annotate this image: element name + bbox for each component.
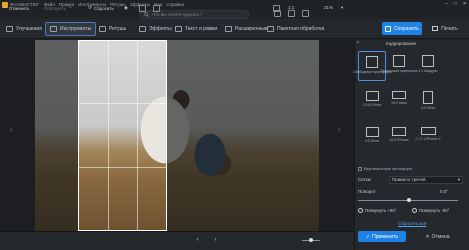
ratio-13-10-icon bbox=[365, 91, 379, 101]
compare-icon[interactable] bbox=[302, 10, 309, 17]
ratio-3-4-icon bbox=[423, 91, 433, 104]
grid-line bbox=[108, 40, 109, 231]
window-controls: – □ ✕ bbox=[445, 1, 467, 7]
maximize-icon[interactable]: □ bbox=[454, 1, 457, 7]
rotate-ccw-button[interactable]: Повернуть -90° bbox=[412, 205, 449, 215]
ratio-original[interactable]: Пропорции оригинала bbox=[381, 51, 418, 81]
rotate-cw-icon bbox=[358, 207, 363, 213]
rotate-ccw-icon bbox=[412, 207, 417, 213]
panel-title: Кадрирование bbox=[386, 41, 417, 46]
check-icon: ✓ bbox=[365, 233, 371, 240]
grid-label: Сетка: bbox=[358, 177, 372, 182]
crop-shade-right bbox=[167, 40, 319, 231]
save-icon bbox=[385, 25, 392, 32]
zoom-slider-handle[interactable] bbox=[309, 238, 313, 242]
prev-photo-icon[interactable]: ‹ bbox=[193, 236, 202, 245]
grid-line bbox=[78, 167, 167, 168]
reset-all-link[interactable]: Сбросить всё bbox=[398, 221, 426, 226]
next-image-icon[interactable]: › bbox=[338, 125, 341, 134]
tab-text-frames[interactable]: Текст и рамки bbox=[171, 22, 221, 36]
compare-view-icon[interactable] bbox=[139, 5, 146, 12]
cancel-button[interactable]: ✕ Отмена bbox=[410, 231, 465, 242]
text-icon bbox=[175, 26, 182, 32]
ratio-16-9-icon bbox=[392, 91, 406, 99]
batch-icon bbox=[267, 26, 274, 32]
zoom-level: 21% bbox=[324, 5, 334, 10]
zoom-dropdown-icon[interactable]: ▾ bbox=[341, 5, 343, 11]
vertical-proportions-checkbox[interactable]: Вертикальные пропорции bbox=[358, 166, 412, 171]
tab-enhancements[interactable]: Улучшения bbox=[2, 22, 46, 36]
ratio-free[interactable]: Свободные пропорции bbox=[353, 51, 391, 81]
ratio-4-3-icon bbox=[365, 127, 379, 137]
undo-icon: ↶ bbox=[3, 5, 7, 10]
advanced-icon bbox=[225, 26, 232, 32]
tab-tools[interactable]: Инструменты bbox=[45, 22, 97, 36]
ratio-16-9-cinema[interactable]: 16:9 Кино bbox=[385, 87, 413, 117]
fit-screen-icon[interactable] bbox=[273, 5, 280, 12]
rotate-value: 0.0° bbox=[440, 189, 449, 194]
rotate-cw-button[interactable]: Повернуть +90° bbox=[358, 205, 396, 215]
crop-tool-icon bbox=[50, 26, 57, 32]
enhance-icon bbox=[6, 26, 13, 32]
free-crop-icon bbox=[366, 56, 378, 68]
grid-line bbox=[137, 40, 138, 231]
search-placeholder: Что вы хотите сделать? bbox=[152, 12, 202, 17]
redo-button[interactable]: Повторить ↷ bbox=[44, 5, 72, 11]
history-icon[interactable] bbox=[153, 5, 160, 12]
grid-line bbox=[78, 103, 167, 104]
rotate-label: Поворот: bbox=[358, 189, 377, 194]
minimize-icon[interactable]: – bbox=[445, 1, 448, 7]
original-ratio-icon bbox=[393, 55, 405, 67]
close-icon: ✕ bbox=[425, 233, 430, 240]
grid-select[interactable]: Правило третей ▾ bbox=[389, 176, 463, 184]
tab-effects[interactable]: Эффекты bbox=[135, 22, 176, 36]
print-icon bbox=[432, 26, 439, 31]
menu-help[interactable]: Справка bbox=[166, 2, 184, 7]
preview-eye-icon[interactable]: ◉ bbox=[124, 5, 128, 11]
next-photo-icon[interactable]: › bbox=[211, 236, 220, 245]
ratio-button[interactable]: 1:1 bbox=[288, 5, 294, 10]
reset-icon: ↺ bbox=[88, 5, 92, 10]
ratio-13-10[interactable]: 13:10 Фото bbox=[358, 87, 386, 117]
ratio-square[interactable]: 1:1 Квадрат bbox=[414, 51, 442, 81]
redo-icon: ↷ bbox=[67, 5, 72, 10]
crop-frame[interactable] bbox=[78, 40, 167, 231]
photo-editor-window: ФотоМАСТЕР Файл Правка Инструменты Ретуш… bbox=[0, 0, 469, 250]
save-button[interactable]: Сохранить bbox=[382, 22, 422, 35]
rotate-slider-handle[interactable] bbox=[407, 198, 411, 202]
apply-button[interactable]: ✓ Применить bbox=[358, 231, 406, 242]
retouch-icon bbox=[99, 26, 106, 32]
print-button[interactable]: Печать bbox=[425, 22, 465, 35]
tab-batch[interactable]: Пакетная обработка bbox=[263, 22, 328, 36]
back-arrow-icon[interactable]: ‹ bbox=[357, 40, 359, 46]
save-file-icon[interactable] bbox=[288, 10, 295, 17]
tab-retouch[interactable]: Ретушь bbox=[95, 22, 130, 36]
chevron-down-icon: ▾ bbox=[457, 177, 460, 182]
divider bbox=[92, 24, 93, 34]
search-icon bbox=[144, 12, 149, 17]
iphone-x-ratio-icon bbox=[420, 127, 436, 135]
prev-image-icon[interactable]: ‹ bbox=[10, 125, 13, 134]
square-ratio-icon bbox=[422, 55, 434, 67]
ratio-3-4[interactable]: 3:4 Фото bbox=[414, 87, 442, 117]
effects-icon bbox=[139, 26, 146, 32]
crop-shade-left bbox=[35, 40, 78, 231]
ratio-iphone-x[interactable]: 2.17:1 iPhone X bbox=[414, 123, 442, 153]
ratio-16-9-iphone[interactable]: 16:9 iPhone bbox=[385, 123, 413, 153]
iphone-ratio-icon bbox=[392, 127, 406, 136]
close-icon[interactable]: ✕ bbox=[463, 1, 467, 7]
undo-button[interactable]: ↶ Отменить bbox=[3, 5, 29, 11]
reset-button[interactable]: ↺ Сбросить bbox=[88, 5, 114, 11]
checkbox-box bbox=[358, 166, 362, 171]
ratio-4-3[interactable]: 4:3 Фото bbox=[358, 123, 386, 153]
